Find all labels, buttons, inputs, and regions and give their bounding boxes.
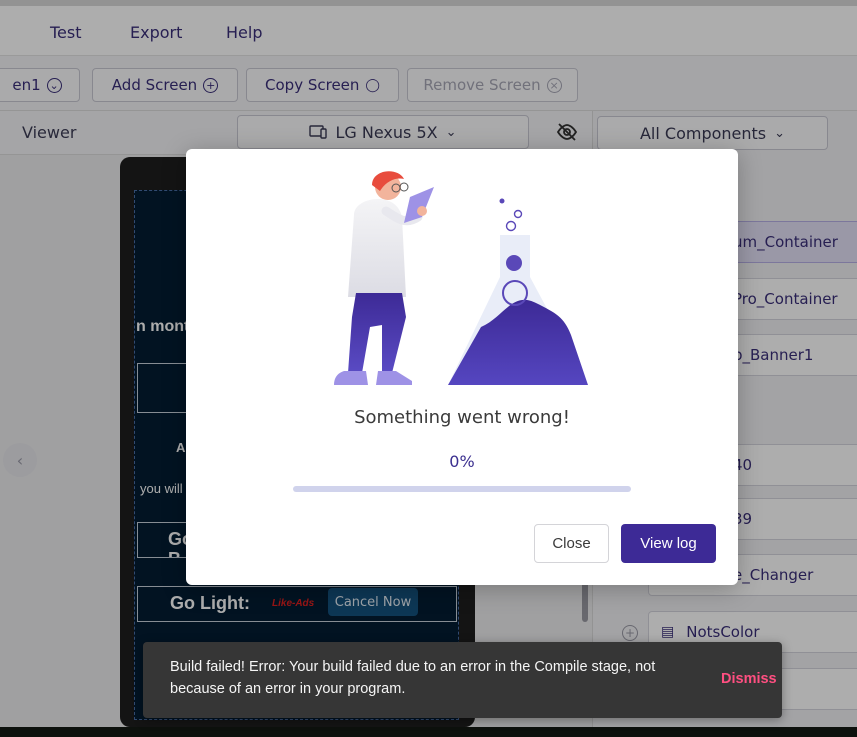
scientist-flask-illustration: [334, 171, 588, 385]
build-error-dialog: Something went wrong! 0% Close View log: [186, 149, 738, 585]
error-message: Something went wrong!: [354, 407, 570, 428]
dismiss-button[interactable]: Dismiss: [721, 671, 777, 687]
view-log-button[interactable]: View log: [621, 524, 716, 563]
build-failed-toast: Build failed! Error: Your build failed d…: [143, 642, 782, 718]
toast-message: Build failed! Error: Your build failed d…: [170, 659, 656, 697]
close-button[interactable]: Close: [534, 524, 609, 563]
progress-bar: [293, 486, 631, 492]
progress-percent: 0%: [449, 452, 475, 471]
